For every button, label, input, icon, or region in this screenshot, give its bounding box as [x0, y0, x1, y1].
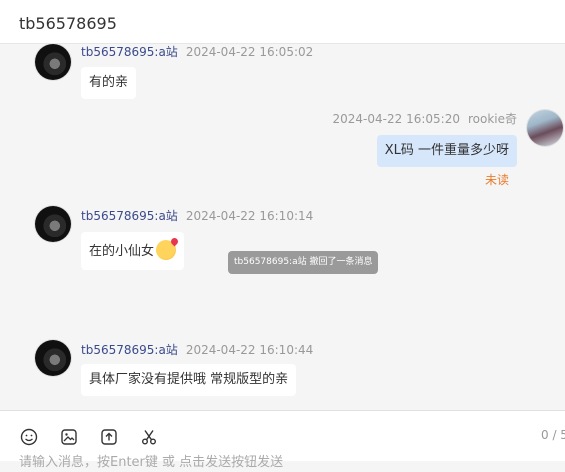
message-time: 2024-04-22 16:05:02	[185, 45, 314, 59]
sender-name: rookie奇	[467, 112, 517, 126]
message-bubble[interactable]: 在的小仙女	[81, 232, 185, 270]
contact-avatar[interactable]	[35, 44, 71, 80]
image-icon[interactable]	[59, 427, 79, 447]
sender-name: tb56578695:a站	[81, 209, 178, 223]
contact-avatar[interactable]	[35, 340, 71, 376]
message-bubble[interactable]: 具体厂家没有提供哦 常规版型的亲	[81, 364, 297, 396]
message-list[interactable]: tb56578695:a站 2024-04-22 16:05:02 有的亲 202…	[0, 44, 565, 410]
message-time: 2024-04-22 16:10:14	[185, 209, 314, 223]
user-avatar[interactable]	[527, 110, 563, 146]
recall-notice: tb56578695:a站 撤回了一条消息	[228, 251, 379, 274]
heart-face-emoji-icon	[156, 240, 177, 260]
message-meta: tb56578695:a站 2024-04-22 16:10:14	[81, 207, 313, 224]
message-meta: tb56578695:a站 2024-04-22 16:05:02	[81, 44, 313, 60]
message-text: 在的小仙女	[89, 244, 155, 259]
message-meta: 2024-04-22 16:05:20 rookie奇	[333, 110, 517, 127]
message-time: 2024-04-22 16:10:44	[185, 343, 314, 357]
emoji-icon[interactable]	[19, 427, 39, 447]
unread-status: 未读	[484, 173, 509, 187]
chat-header: tb56578695	[0, 0, 565, 44]
character-counter: 0 / 5	[541, 428, 565, 442]
message-input[interactable]	[19, 452, 539, 472]
message-time: 2024-04-22 16:05:20	[332, 112, 460, 126]
upload-icon[interactable]	[99, 427, 119, 447]
message-bubble[interactable]: 有的亲	[81, 67, 137, 99]
contact-avatar[interactable]	[35, 206, 71, 242]
message-bubble[interactable]: XL码 一件重量多少呀	[376, 135, 517, 167]
sender-name: tb56578695:a站	[81, 45, 178, 59]
conversation-title: tb56578695	[19, 14, 117, 33]
scissors-icon[interactable]	[139, 427, 159, 447]
composer: 0 / 5	[0, 410, 565, 472]
message-meta: tb56578695:a站 2024-04-22 16:10:44	[81, 341, 313, 358]
sender-name: tb56578695:a站	[81, 343, 178, 357]
